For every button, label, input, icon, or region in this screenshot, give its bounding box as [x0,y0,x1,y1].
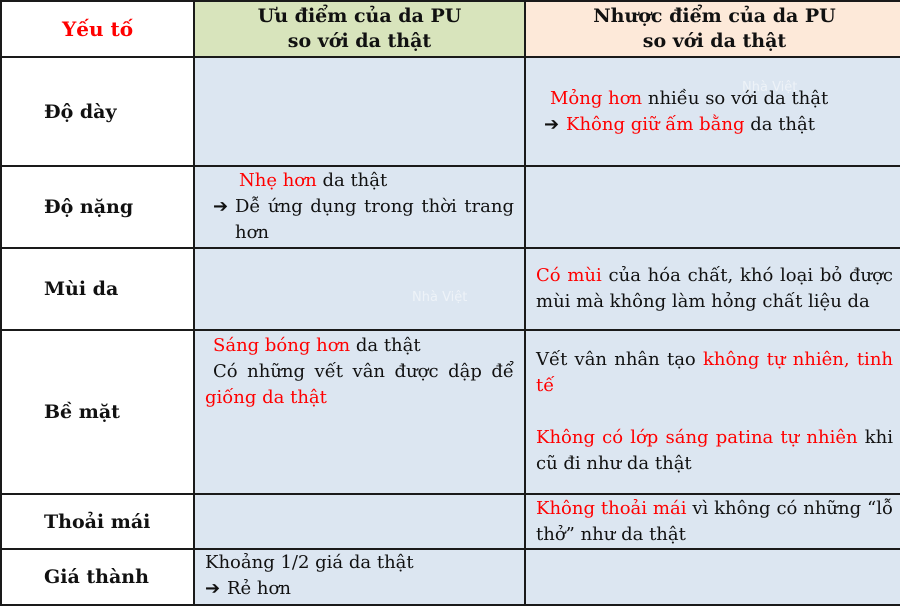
header-factor: Yếu tố [0,0,195,58]
header-pros-line2: so với da thật [287,30,432,52]
arrow-icon: ➔ [205,578,221,599]
table-row: Độ dày Mỏng hơn nhiều so với da thật ➔ K… [0,56,900,167]
cons-cell: Mỏng hơn nhiều so với da thật ➔ Không gi… [524,56,900,167]
header-row: Yếu tố Ưu điểm của da PU so với da thật … [0,0,900,58]
cons-line: Có mùi của hóa chất, khó loại bỏ được mù… [536,265,894,312]
cons-line: Không thoải mái vì không có những “lỗ th… [536,497,893,545]
factor-cell: Độ dày [0,56,195,167]
factor-cell: Bề mặt [0,329,195,495]
table-row: Giá thành Khoảng 1/2 giá da thật ➔ Rẻ hơn [0,548,900,606]
cons-line: Vết vân nhân tạo không tự nhiên, tinh tế [536,349,893,396]
pros-cell [193,247,526,331]
cons-line: Mỏng hơn nhiều so với da thật [550,87,829,109]
pros-line: ➔ Dễ ứng dụng trong thời trang hơn [213,194,514,246]
pros-cell [193,493,526,550]
pros-line: Sáng bóng hơn da thật [213,335,421,356]
cons-cell: Vết vân nhân tạo không tự nhiên, tinh tế… [524,329,900,495]
factor-cell: Giá thành [0,548,195,606]
pros-line: Có những vết vân được dập để giống da th… [205,361,514,408]
factor-cell: Mùi da [0,247,195,331]
factor-cell: Độ nặng [0,165,195,249]
header-pros: Ưu điểm của da PU so với da thật [193,0,526,58]
header-cons-line2: so với da thật [642,30,787,52]
table-row: Mùi da Có mùi của hóa chất, khó loại bỏ … [0,247,900,331]
cons-cell: Có mùi của hóa chất, khó loại bỏ được mù… [524,247,900,331]
cons-cell [524,548,900,606]
table-row: Độ nặng Nhẹ hơn da thật ➔ Dễ ứng dụng tr… [0,165,900,249]
pros-cell [193,56,526,167]
header-cons: Nhược điểm của da PU so với da thật [524,0,900,58]
pros-cell: Khoảng 1/2 giá da thật ➔ Rẻ hơn [193,548,526,606]
cons-cell [524,165,900,249]
arrow-icon: ➔ [544,113,560,135]
pros-cell: Nhẹ hơn da thật ➔ Dễ ứng dụng trong thời… [193,165,526,249]
pros-line: Khoảng 1/2 giá da thật [205,552,414,573]
pros-line: ➔ Rẻ hơn [205,576,514,602]
pros-line: Nhẹ hơn da thật [239,170,388,191]
header-cons-line1: Nhược điểm của da PU [593,5,836,27]
cons-line: ➔ Không giữ ấm bằng da thật [536,112,893,138]
cons-line: Không có lớp sáng patina tự nhiên khi cũ… [536,427,893,474]
comparison-table: Yếu tố Ưu điểm của da PU so với da thật … [0,0,900,606]
table-row: Bề mặt Sáng bóng hơn da thật Có những vế… [0,329,900,495]
arrow-icon: ➔ [213,196,229,217]
table-row: Thoải mái Không thoải mái vì không có nh… [0,493,900,550]
pros-cell: Sáng bóng hơn da thật Có những vết vân đ… [193,329,526,495]
factor-cell: Thoải mái [0,493,195,550]
header-pros-line1: Ưu điểm của da PU [257,5,462,27]
cons-cell: Không thoải mái vì không có những “lỗ th… [524,493,900,550]
